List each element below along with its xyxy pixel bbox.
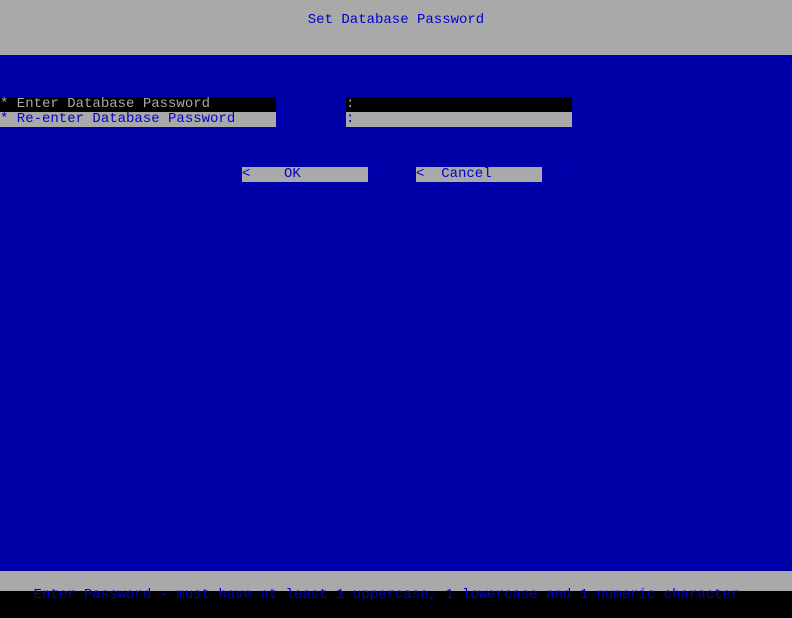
button-gap <box>368 167 416 182</box>
title-bar: Set Database Password <box>0 0 792 55</box>
status-text: Enter Password - must have at least 1 up… <box>34 587 740 603</box>
gap <box>276 112 346 127</box>
cancel-button[interactable]: < Cancel > <box>416 167 542 182</box>
reenter-password-input[interactable] <box>354 112 572 127</box>
ok-button[interactable]: < OK > <box>242 167 368 182</box>
button-row: < OK > < Cancel > <box>0 167 792 182</box>
reenter-password-label: * Re-enter Database Password <box>0 112 276 127</box>
enter-password-label: * Enter Database Password <box>0 97 276 112</box>
colon: : <box>346 97 354 112</box>
enter-password-row: * Enter Database Password : <box>0 97 792 112</box>
status-bar: Enter Password - must have at least 1 up… <box>0 571 792 591</box>
terminal-window: Set Database Password * Enter Database P… <box>0 0 792 591</box>
spacer <box>0 167 242 182</box>
gap <box>276 97 346 112</box>
enter-password-input[interactable] <box>354 97 572 112</box>
main-area: * Enter Database Password : * Re-enter D… <box>0 55 792 571</box>
reenter-password-row: * Re-enter Database Password : <box>0 112 792 127</box>
form-section: * Enter Database Password : * Re-enter D… <box>0 97 792 127</box>
dialog-title: Set Database Password <box>308 12 484 28</box>
colon: : <box>346 112 354 127</box>
